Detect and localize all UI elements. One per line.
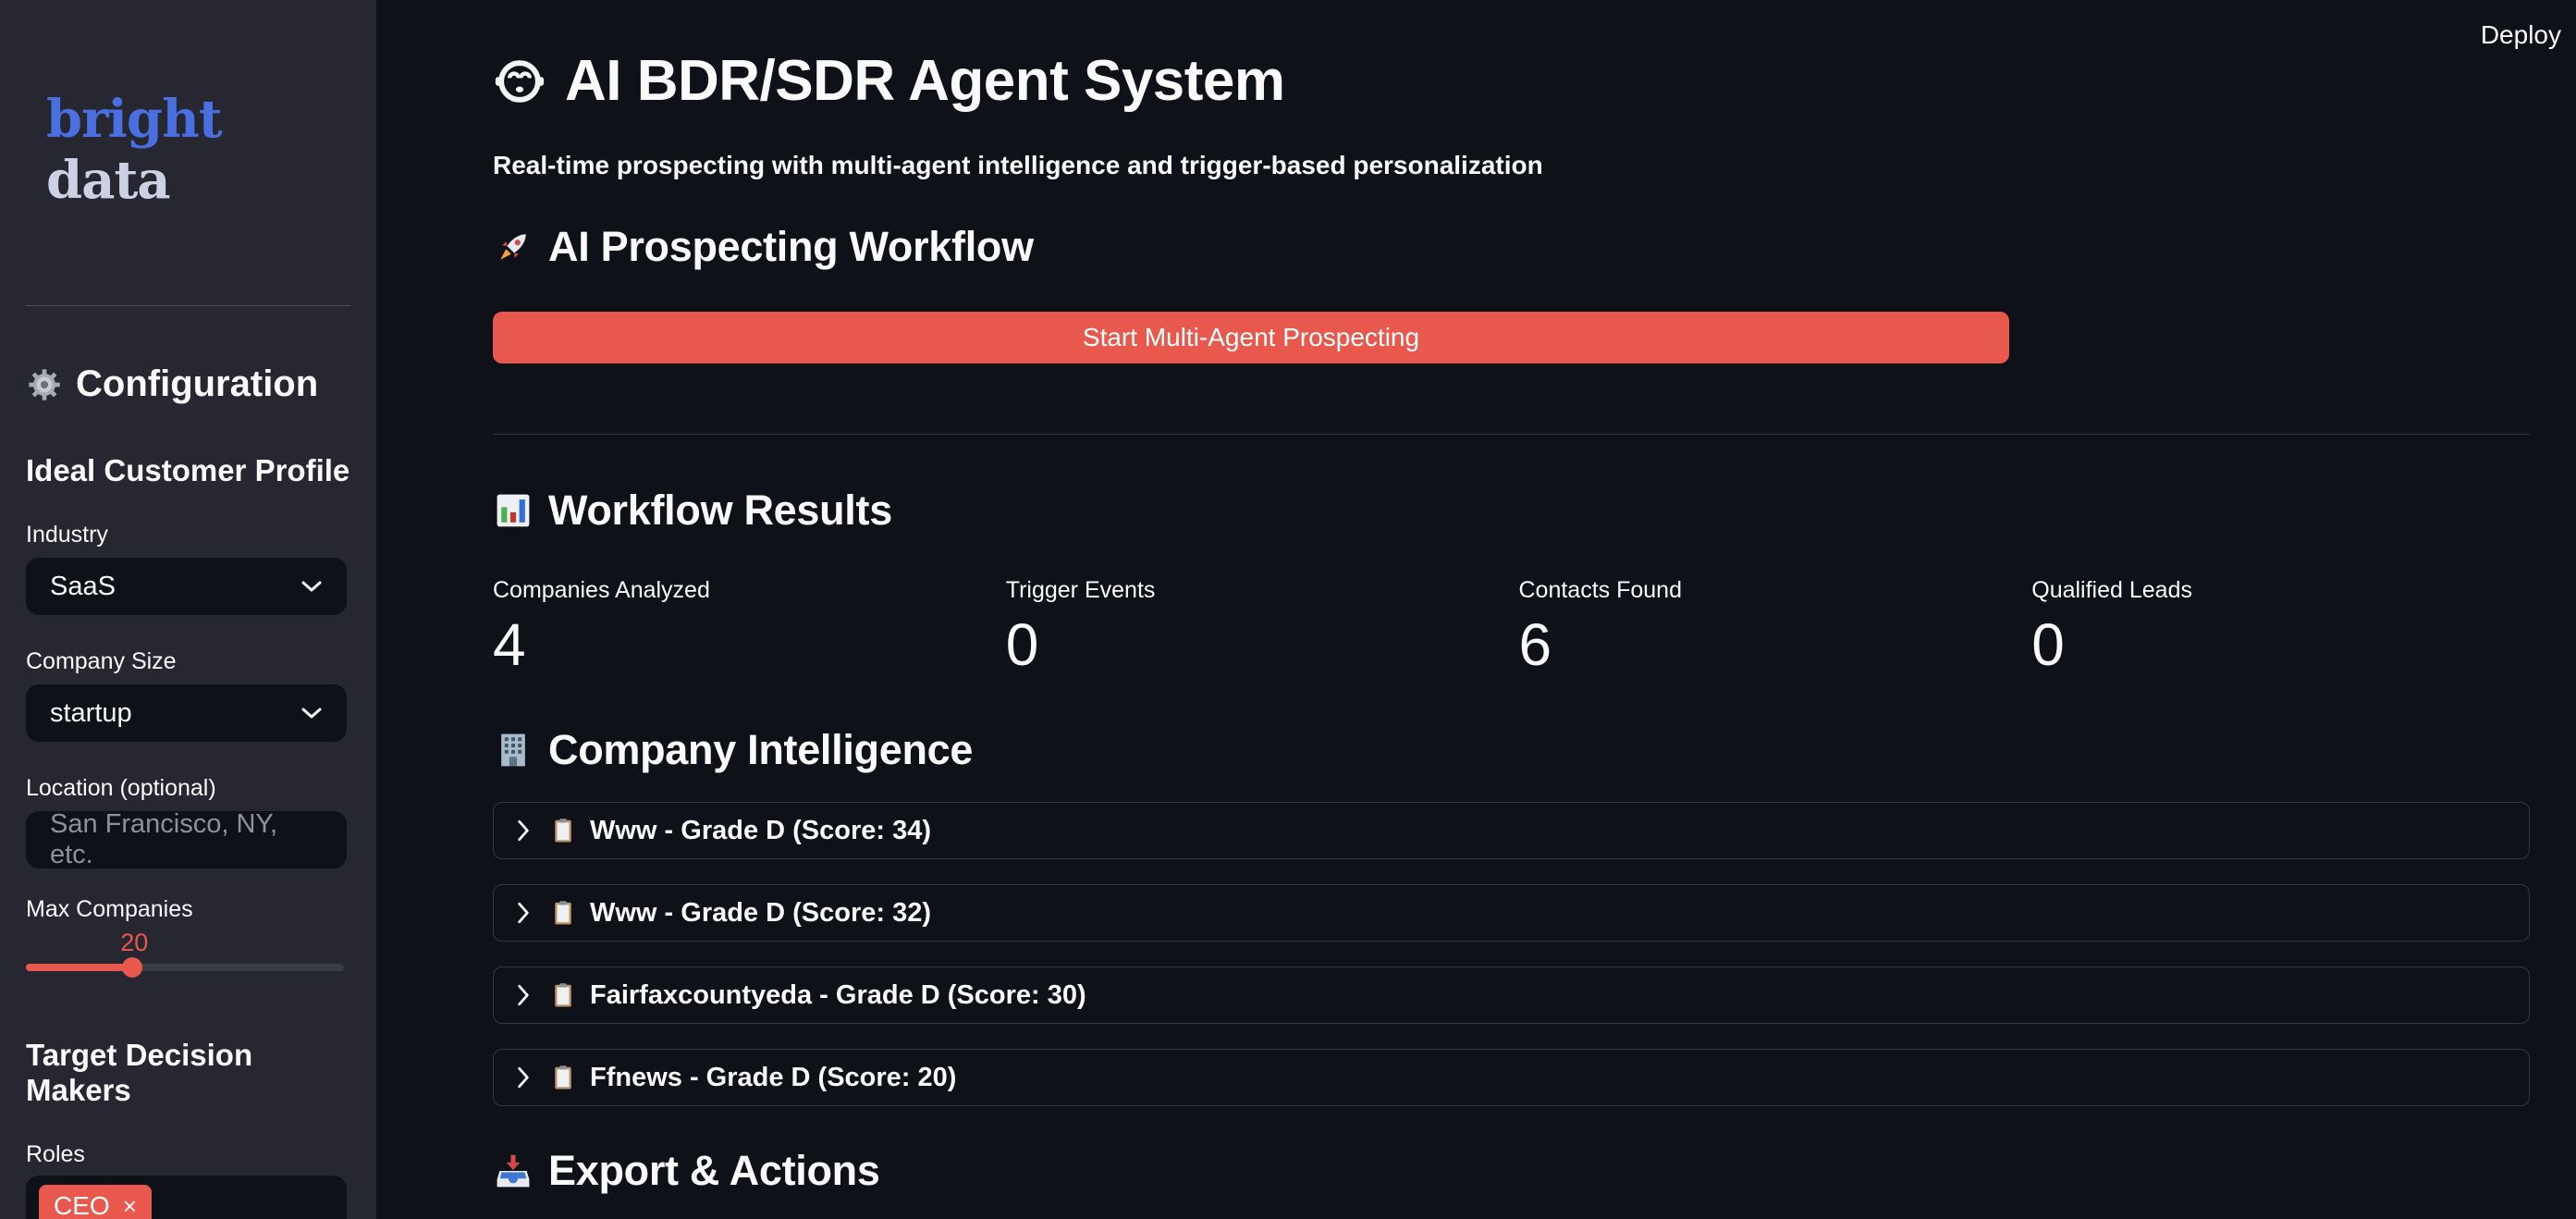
expander-label: Www - Grade D (Score: 32) xyxy=(590,898,931,929)
metric-value: 0 xyxy=(1006,615,1504,674)
company-size-select[interactable]: startup xyxy=(26,684,347,742)
clipboard-icon xyxy=(549,817,577,844)
metric-label: Qualified Leads xyxy=(2031,577,2530,604)
tdm-heading: Target Decision Makers xyxy=(26,1038,350,1108)
expander-company-3[interactable]: Fairfaxcountyeda - Grade D (Score: 30) xyxy=(493,967,2530,1024)
company-intelligence-heading-text: Company Intelligence xyxy=(548,726,973,774)
expander-company-1[interactable]: Www - Grade D (Score: 34) xyxy=(493,802,2530,859)
company-size-select-value: startup xyxy=(50,698,132,729)
max-companies-label: Max Companies xyxy=(26,896,350,923)
slider-thumb[interactable] xyxy=(122,957,142,978)
chevron-right-icon xyxy=(516,901,531,925)
expander-label: Www - Grade D (Score: 34) xyxy=(590,816,931,846)
roles-multiselect[interactable]: CEO × CTO × VP Engineering × × xyxy=(26,1176,347,1219)
main-area: Deploy AI BDR/SDR Agent System Real-time… xyxy=(376,0,2576,1219)
metric-value: 4 xyxy=(493,615,991,674)
expander-list: Www - Grade D (Score: 34) Www - Grade D … xyxy=(493,802,2530,1106)
slider-track[interactable] xyxy=(26,964,344,971)
section-divider xyxy=(493,434,2530,435)
icp-heading: Ideal Customer Profile xyxy=(26,453,350,488)
results-heading: Workflow Results xyxy=(493,486,2530,535)
expander-label: Ffnews - Grade D (Score: 20) xyxy=(590,1063,956,1093)
chevron-right-icon xyxy=(516,983,531,1007)
logo-data: data xyxy=(46,150,170,211)
chevron-down-icon xyxy=(301,707,323,720)
slider-fill xyxy=(26,964,132,971)
page-subtitle: Real-time prospecting with multi-agent i… xyxy=(493,151,2530,180)
remove-tag-icon[interactable]: × xyxy=(123,1194,137,1218)
expander-label: Fairfaxcountyeda - Grade D (Score: 30) xyxy=(590,980,1086,1011)
workflow-heading: AI Prospecting Workflow xyxy=(493,223,2530,271)
clipboard-icon xyxy=(549,981,577,1009)
expander-company-4[interactable]: Ffnews - Grade D (Score: 20) xyxy=(493,1049,2530,1106)
workflow-heading-text: AI Prospecting Workflow xyxy=(548,223,1034,271)
export-heading-text: Export & Actions xyxy=(548,1147,880,1195)
roles-label: Roles xyxy=(26,1141,350,1168)
company-size-label: Company Size xyxy=(26,648,350,675)
sidebar: bright data Configuration Ideal Customer… xyxy=(0,0,376,1219)
results-heading-text: Workflow Results xyxy=(548,486,892,535)
building-icon xyxy=(493,730,534,770)
bar-chart-icon xyxy=(493,490,534,531)
export-heading: Export & Actions xyxy=(493,1147,2530,1195)
location-label: Location (optional) xyxy=(26,775,350,802)
metric-value: 0 xyxy=(2031,615,2530,674)
page-title: AI BDR/SDR Agent System xyxy=(493,48,2530,114)
location-input[interactable]: San Francisco, NY, etc. xyxy=(26,811,347,868)
chevron-right-icon xyxy=(516,1065,531,1090)
page-title-text: AI BDR/SDR Agent System xyxy=(565,48,1285,114)
metric-label: Contacts Found xyxy=(1519,577,2018,604)
industry-select-value: SaaS xyxy=(50,572,116,602)
metric-label: Trigger Events xyxy=(1006,577,1504,604)
industry-select[interactable]: SaaS xyxy=(26,558,347,615)
industry-label: Industry xyxy=(26,522,350,548)
robot-icon xyxy=(493,55,546,108)
configuration-heading-label: Configuration xyxy=(76,363,318,405)
expander-company-2[interactable]: Www - Grade D (Score: 32) xyxy=(493,884,2530,942)
clipboard-icon xyxy=(549,1064,577,1091)
location-input-placeholder: San Francisco, NY, etc. xyxy=(50,809,323,870)
chevron-down-icon xyxy=(301,580,323,593)
role-tag: CEO × xyxy=(39,1185,152,1219)
metric-label: Companies Analyzed xyxy=(493,577,991,604)
brightdata-logo: bright data xyxy=(26,89,350,211)
max-companies-slider-group: Max Companies 20 xyxy=(26,896,350,971)
metric-companies-analyzed: Companies Analyzed 4 xyxy=(493,577,991,674)
metrics-row: Companies Analyzed 4 Trigger Events 0 Co… xyxy=(493,577,2530,674)
deploy-button[interactable]: Deploy xyxy=(2481,20,2561,50)
inbox-tray-icon xyxy=(493,1151,534,1191)
sidebar-divider xyxy=(26,305,350,306)
clipboard-icon xyxy=(549,899,577,927)
configuration-heading: Configuration xyxy=(26,363,350,405)
gear-icon xyxy=(26,366,63,403)
start-prospecting-button[interactable]: Start Multi-Agent Prospecting xyxy=(493,312,2009,363)
metric-contacts-found: Contacts Found 6 xyxy=(1519,577,2018,674)
role-tag-label: CEO xyxy=(54,1191,110,1219)
slider-value: 20 xyxy=(26,929,350,956)
metric-trigger-events: Trigger Events 0 xyxy=(1006,577,1504,674)
logo-bright: bright xyxy=(46,89,222,150)
chevron-right-icon xyxy=(516,819,531,843)
metric-value: 6 xyxy=(1519,615,2018,674)
rocket-icon xyxy=(493,227,534,267)
company-intelligence-heading: Company Intelligence xyxy=(493,726,2530,774)
metric-qualified-leads: Qualified Leads 0 xyxy=(2031,577,2530,674)
